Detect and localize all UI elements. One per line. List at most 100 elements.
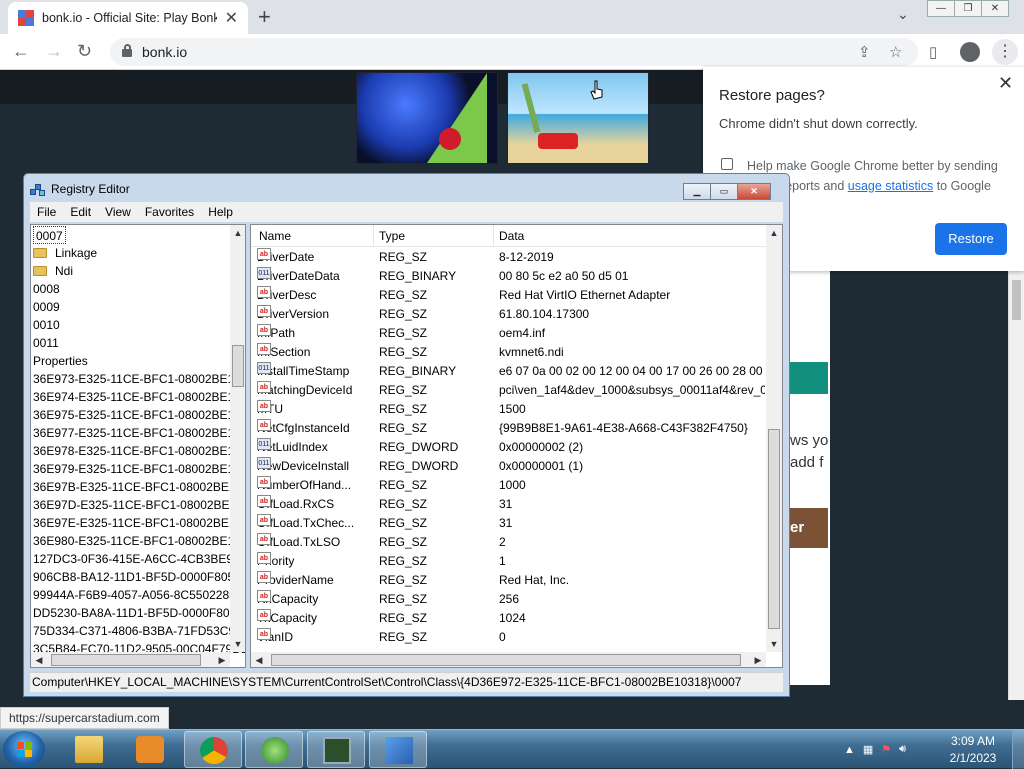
column-data[interactable]: Data bbox=[499, 229, 524, 243]
usage-stats-checkbox[interactable] bbox=[721, 158, 733, 170]
maximize-icon[interactable]: ▭ bbox=[710, 183, 738, 200]
registry-value-row[interactable]: ab DriverDate REG_SZ 8-12-2019 bbox=[251, 248, 766, 267]
start-button[interactable] bbox=[3, 731, 45, 768]
tab-search-icon[interactable]: ⌄ bbox=[897, 6, 909, 23]
profile-avatar-icon[interactable] bbox=[960, 42, 980, 62]
registry-value-row[interactable]: 011 NewDeviceInstall REG_DWORD 0x00000001 (… bbox=[251, 457, 766, 476]
registry-value-row[interactable]: ab VlanID REG_SZ 0 bbox=[251, 628, 766, 647]
scroll-down-icon[interactable]: ▼ bbox=[230, 636, 245, 652]
new-tab-button[interactable]: + bbox=[258, 4, 271, 30]
back-arrow-icon[interactable]: ← bbox=[12, 41, 30, 62]
taskbar-app[interactable] bbox=[245, 731, 303, 768]
tree-item[interactable]: 75D334-C371-4806-B3BA-71FD53C92 bbox=[33, 622, 242, 640]
taskbar-task-manager[interactable] bbox=[307, 731, 365, 768]
restore-button[interactable]: Restore bbox=[935, 223, 1007, 255]
tree-item[interactable]: Properties bbox=[33, 352, 88, 370]
tree-item[interactable]: 0009 bbox=[33, 298, 60, 316]
values-hscroll[interactable]: ◀ ▶ bbox=[251, 652, 766, 667]
scroll-down-icon[interactable]: ▼ bbox=[766, 636, 782, 652]
tree-item[interactable]: 36E97B-E325-11CE-BFC1-08002BE103 bbox=[33, 478, 245, 496]
bookmark-star-icon[interactable]: ☆ bbox=[889, 43, 902, 61]
taskbar-clock[interactable]: 3:09 AM 2/1/2023 bbox=[940, 733, 1006, 767]
column-type[interactable]: Type bbox=[379, 229, 405, 243]
registry-value-row[interactable]: ab ProviderName REG_SZ Red Hat, Inc. bbox=[251, 571, 766, 590]
column-name[interactable]: Name bbox=[259, 229, 291, 243]
tree-item[interactable]: 36E973-E325-11CE-BFC1-08002BE103 bbox=[33, 370, 245, 388]
address-bar[interactable]: bonk.io bbox=[110, 38, 918, 66]
scroll-right-icon[interactable]: ▶ bbox=[214, 652, 230, 667]
registry-value-row[interactable]: ab OffLoad.TxLSO REG_SZ 2 bbox=[251, 533, 766, 552]
registry-value-row[interactable]: ab OffLoad.RxCS REG_SZ 31 bbox=[251, 495, 766, 514]
tree-hscroll[interactable]: ◀ ▶ bbox=[31, 652, 230, 667]
tree-item[interactable]: 0011 bbox=[33, 334, 59, 352]
registry-value-row[interactable]: ab OffLoad.TxChec... REG_SZ 31 bbox=[251, 514, 766, 533]
menu-edit[interactable]: Edit bbox=[63, 202, 98, 222]
close-icon[interactable]: ✕ bbox=[737, 183, 771, 200]
tree-item[interactable]: 906CB8-BA12-11D1-BF5D-0000F805F5 bbox=[33, 568, 245, 586]
taskbar-media-player[interactable] bbox=[121, 731, 179, 768]
taskbar-explorer[interactable] bbox=[60, 731, 118, 768]
menu-view[interactable]: View bbox=[98, 202, 138, 222]
minimize-icon[interactable]: ▁ bbox=[683, 183, 711, 200]
scroll-up-icon[interactable]: ▲ bbox=[766, 225, 782, 241]
tab-bonk[interactable]: bonk.io - Official Site: Play Bonk ✕ bbox=[8, 2, 248, 34]
registry-value-row[interactable]: 011 DriverDateData REG_BINARY 00 80 5c e2 a… bbox=[251, 267, 766, 286]
close-icon[interactable]: ✕ bbox=[981, 0, 1009, 17]
tree-item[interactable]: 36E979-E325-11CE-BFC1-08002BE103 bbox=[33, 460, 245, 478]
tree-item[interactable]: 36E977-E325-11CE-BFC1-08002BE103 bbox=[33, 424, 245, 442]
share-icon[interactable]: ⇪ bbox=[858, 43, 871, 61]
registry-value-row[interactable]: abMTU REG_SZ 1500 bbox=[251, 400, 766, 419]
registry-value-row[interactable]: 011 InstallTimeStamp REG_BINARY e6 07 0a 00… bbox=[251, 362, 766, 381]
tree-item[interactable]: Linkage bbox=[33, 244, 97, 262]
page-scrollbar[interactable] bbox=[1008, 270, 1024, 700]
tree-item[interactable]: DD5230-BA8A-11D1-BF5D-0000F805F bbox=[33, 604, 244, 622]
registry-value-row[interactable]: ab Priority REG_SZ 1 bbox=[251, 552, 766, 571]
action-center-icon[interactable]: ⚑ bbox=[881, 743, 891, 756]
taskbar-chrome[interactable] bbox=[184, 731, 242, 768]
tab-close-icon[interactable]: ✕ bbox=[225, 8, 238, 28]
registry-value-row[interactable]: ab RxCapacity REG_SZ 256 bbox=[251, 590, 766, 609]
tree-vscroll[interactable]: ▲ ▼ bbox=[230, 225, 245, 652]
tree-item[interactable]: 36E97E-E325-11CE-BFC1-08002BE103 bbox=[33, 514, 245, 532]
registry-value-row[interactable]: ab DriverDesc REG_SZ Red Hat VirtIO Etherne… bbox=[251, 286, 766, 305]
registry-value-row[interactable]: ab TxCapacity REG_SZ 1024 bbox=[251, 609, 766, 628]
usage-statistics-link[interactable]: usage statistics bbox=[848, 179, 933, 193]
registry-value-row[interactable]: ab InfSection REG_SZ kvmnet6.ndi bbox=[251, 343, 766, 362]
tree-item[interactable]: 36E978-E325-11CE-BFC1-08002BE103 bbox=[33, 442, 245, 460]
restore-icon[interactable]: ❐ bbox=[954, 0, 982, 17]
volume-icon[interactable]: 🔊︎ bbox=[899, 743, 906, 756]
reload-icon[interactable]: ↻ bbox=[77, 41, 92, 62]
forward-arrow-icon[interactable]: → bbox=[45, 41, 63, 62]
scroll-right-icon[interactable]: ▶ bbox=[750, 652, 766, 667]
menu-help[interactable]: Help bbox=[201, 202, 240, 222]
game-thumbnail-supercar[interactable] bbox=[507, 72, 649, 164]
panel-button[interactable]: er bbox=[790, 508, 828, 548]
scroll-left-icon[interactable]: ◀ bbox=[251, 652, 267, 667]
chrome-menu-icon[interactable]: ⋮ bbox=[992, 39, 1018, 65]
game-thumbnail-ball[interactable] bbox=[356, 72, 498, 164]
network-icon[interactable]: ▦ bbox=[863, 743, 873, 756]
tree-item[interactable]: 127DC3-0F36-415E-A6CC-4CB3BE910 bbox=[33, 550, 245, 568]
tree-item[interactable]: 36E980-E325-11CE-BFC1-08002BE103 bbox=[33, 532, 245, 550]
tree-item[interactable]: Ndi bbox=[33, 262, 73, 280]
tree-item[interactable]: 36E974-E325-11CE-BFC1-08002BE103 bbox=[33, 388, 245, 406]
tree-item[interactable]: 36E975-E325-11CE-BFC1-08002BE103 bbox=[33, 406, 245, 424]
taskbar-regedit[interactable] bbox=[369, 731, 427, 768]
registry-value-row[interactable]: ab DriverVersion REG_SZ 61.80.104.17300 bbox=[251, 305, 766, 324]
show-hidden-icons-icon[interactable]: ▲ bbox=[844, 744, 855, 756]
tree-item[interactable]: 99944A-F6B9-4057-A056-8C55022854 bbox=[33, 586, 243, 604]
registry-value-row[interactable]: ab MatchingDeviceId REG_SZ pci\ven_1af4&dev… bbox=[251, 381, 766, 400]
registry-value-row[interactable]: ab NumberOfHand... REG_SZ 1000 bbox=[251, 476, 766, 495]
values-vscroll[interactable]: ▲ ▼ bbox=[766, 225, 782, 652]
scroll-up-icon[interactable]: ▲ bbox=[230, 225, 245, 241]
registry-value-row[interactable]: 011 NetLuidIndex REG_DWORD 0x00000002 (2) bbox=[251, 438, 766, 457]
menu-file[interactable]: File bbox=[30, 202, 63, 222]
scroll-left-icon[interactable]: ◀ bbox=[31, 652, 47, 667]
minimize-icon[interactable]: — bbox=[927, 0, 955, 17]
menu-favorites[interactable]: Favorites bbox=[138, 202, 201, 222]
registry-value-row[interactable]: ab NetCfgInstanceId REG_SZ {99B9B8E1-9A61-4… bbox=[251, 419, 766, 438]
tree-item[interactable]: 36E97D-E325-11CE-BFC1-08002BE103 bbox=[33, 496, 245, 514]
close-icon[interactable]: ✕ bbox=[998, 73, 1013, 94]
registry-value-row[interactable]: ab InfPath REG_SZ oem4.inf bbox=[251, 324, 766, 343]
side-panel-icon[interactable]: ▯ bbox=[929, 43, 937, 61]
